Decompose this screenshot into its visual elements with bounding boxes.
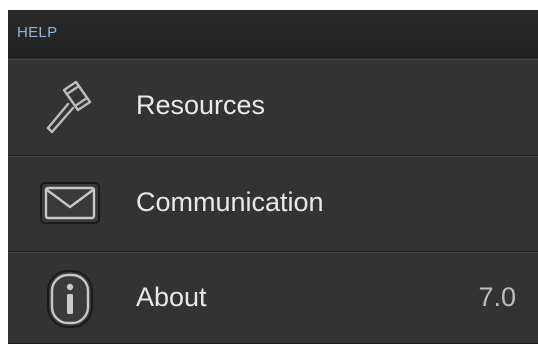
help-panel: HELP Resources Communication About 7.0: [8, 10, 538, 344]
menu-item-label: Communication: [136, 187, 324, 217]
menu-item-label: About: [136, 282, 207, 312]
menu-item-resources[interactable]: Resources: [8, 59, 538, 156]
menu-item-communication[interactable]: Communication: [8, 156, 538, 252]
version-value: 7.0: [478, 282, 516, 312]
info-icon: [47, 270, 93, 328]
section-header: HELP: [8, 10, 538, 58]
gavel-icon: [46, 80, 92, 134]
envelope-icon: [40, 182, 100, 224]
section-title: HELP: [17, 24, 58, 41]
menu-item-label: Resources: [136, 90, 266, 120]
menu-item-about[interactable]: About 7.0: [8, 252, 538, 344]
